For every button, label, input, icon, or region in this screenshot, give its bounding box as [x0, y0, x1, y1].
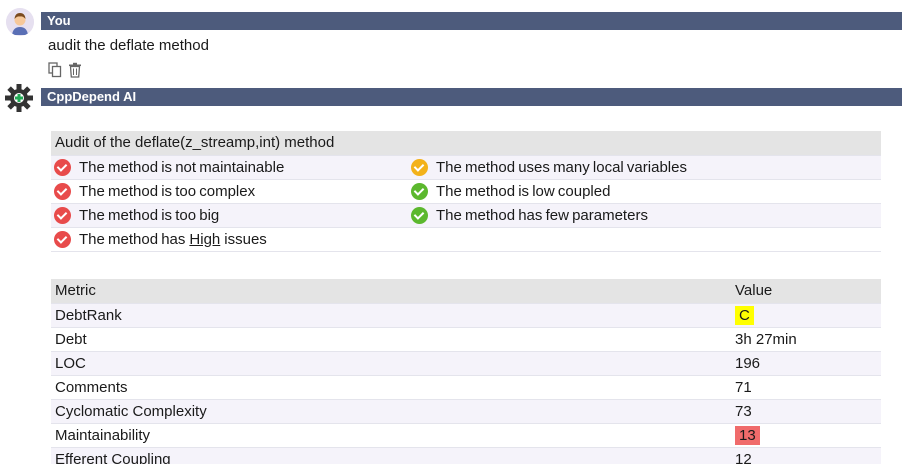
audit-table: Audit of the deflate(z_streamp,int) meth…: [51, 131, 881, 252]
ai-name: CppDepend AI: [47, 89, 137, 104]
audit-item: The method is too complex: [79, 182, 256, 200]
metric-name: Debt: [51, 327, 731, 352]
metric-value: 73: [731, 399, 881, 424]
metric-name: Cyclomatic Complexity: [51, 399, 731, 424]
audit-item: The method has few parameters: [436, 206, 648, 224]
metric-name: Comments: [51, 375, 731, 400]
audit-title: Audit of the deflate(z_streamp,int) meth…: [51, 131, 881, 156]
trash-icon[interactable]: [68, 62, 82, 78]
error-status-icon: [54, 182, 71, 200]
table-row: Cyclomatic Complexity 73: [51, 399, 881, 424]
metric-value: C: [735, 305, 754, 325]
metric-name: DebtRank: [51, 303, 731, 328]
error-status-icon: [54, 230, 71, 248]
table-row: Comments 71: [51, 375, 881, 400]
metric-value: 71: [731, 375, 881, 400]
user-header-bar: You: [41, 12, 902, 30]
user-avatar-icon: [6, 8, 34, 36]
warning-status-icon: [411, 158, 428, 176]
gear-icon: [4, 83, 34, 113]
metric-value: 196: [731, 351, 881, 376]
issues-suffix: issues: [224, 230, 267, 248]
user-name: You: [47, 13, 71, 28]
user-message: audit the deflate method: [48, 37, 209, 54]
message-actions: [48, 62, 82, 78]
audit-row: The method is too complex The method is …: [51, 179, 881, 204]
ok-status-icon: [411, 206, 428, 224]
audit-item: The method uses many local variables: [436, 158, 687, 176]
audit-row: The method is too big The method has few…: [51, 203, 881, 228]
table-row: LOC 196: [51, 351, 881, 376]
value-column-header: Value: [731, 279, 881, 304]
table-row: Maintainability 13: [51, 423, 881, 448]
audit-item: The method is too big: [79, 206, 220, 224]
audit-row: The method has High issues: [51, 227, 881, 252]
error-status-icon: [54, 158, 71, 176]
issues-prefix: The method has: [79, 230, 186, 248]
metric-value: 13: [735, 425, 760, 445]
audit-row: The method is not maintainable The metho…: [51, 155, 881, 180]
table-row: DebtRank C: [51, 303, 881, 328]
ai-header-bar: CppDepend AI: [41, 88, 902, 106]
metric-name: Efferent Coupling: [51, 447, 731, 464]
audit-item: The method is not maintainable: [79, 158, 285, 176]
metric-name: LOC: [51, 351, 731, 376]
metrics-table: Metric Value DebtRank C Debt 3h 27min LO…: [51, 279, 881, 464]
issues-level-link[interactable]: High: [189, 231, 220, 248]
metric-column-header: Metric: [51, 279, 731, 304]
metric-value: 3h 27min: [731, 327, 881, 352]
ok-status-icon: [411, 182, 428, 200]
copy-icon[interactable]: [48, 62, 62, 78]
audit-item: The method is low coupled: [436, 182, 611, 200]
table-row: Debt 3h 27min: [51, 327, 881, 352]
table-row: Efferent Coupling 12: [51, 447, 881, 464]
metric-name: Maintainability: [51, 423, 731, 448]
error-status-icon: [54, 206, 71, 224]
metric-value: 12: [731, 447, 881, 464]
